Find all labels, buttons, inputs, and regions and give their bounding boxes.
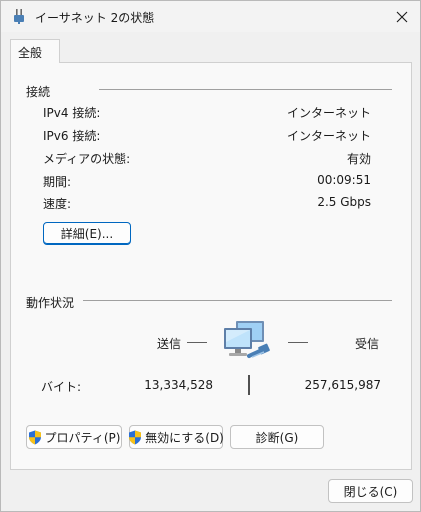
media-state-value: 有効 <box>346 152 371 166</box>
network-adapter-icon <box>14 9 24 24</box>
bytes-sent-value: 13,334,528 <box>144 378 213 392</box>
properties-button-label: プロパティ(P) <box>44 430 121 445</box>
activity-divider <box>83 300 392 301</box>
bytes-received-value: 257,615,987 <box>304 378 381 392</box>
duration-value: 00:09:51 <box>317 173 371 187</box>
ipv6-label: IPv6 接続: <box>43 129 101 143</box>
media-state-label: メディアの状態: <box>43 152 131 166</box>
received-label: 受信 <box>355 337 380 351</box>
disable-button-label: 無効にする(D) <box>145 430 224 445</box>
general-panel: 接続 IPv4 接続: インターネット IPv6 接続: インターネット メディ… <box>10 62 412 470</box>
connection-divider <box>99 89 392 90</box>
tab-general[interactable]: 全般 <box>10 39 60 63</box>
network-computers-icon <box>224 321 270 358</box>
uac-shield-icon <box>129 430 142 444</box>
connection-section-title: 接続 <box>26 85 51 99</box>
tab-general-label: 全般 <box>18 46 43 60</box>
window-title: イーサネット 2の状態 <box>35 11 155 25</box>
duration-label: 期間: <box>43 175 72 189</box>
activity-section-title: 動作状況 <box>26 296 75 310</box>
ipv6-value: インターネット <box>286 129 371 143</box>
sent-connector-line <box>187 342 207 343</box>
status-dialog: イーサネット 2の状態 全般 接続 IPv4 接続: インターネット IPv6 … <box>0 0 421 512</box>
activity-separator <box>248 375 250 395</box>
properties-button[interactable]: プロパティ(P) <box>26 425 122 449</box>
close-button[interactable] <box>390 5 414 29</box>
uac-shield-icon <box>28 430 41 444</box>
close-icon <box>396 11 408 23</box>
close-dialog-button[interactable]: 閉じる(C) <box>328 479 413 503</box>
bytes-label: バイト: <box>41 380 82 394</box>
details-button[interactable]: 詳細(E)... <box>43 222 131 245</box>
ipv4-value: インターネット <box>286 106 371 120</box>
speed-label: 速度: <box>43 197 72 211</box>
speed-value: 2.5 Gbps <box>317 195 371 209</box>
disable-button[interactable]: 無効にする(D) <box>129 425 224 449</box>
diagnose-button[interactable]: 診断(G) <box>230 425 324 449</box>
ipv4-label: IPv4 接続: <box>43 106 101 120</box>
sent-label: 送信 <box>157 337 182 351</box>
received-connector-line <box>288 342 308 343</box>
title-bar: イーサネット 2の状態 <box>1 1 420 32</box>
